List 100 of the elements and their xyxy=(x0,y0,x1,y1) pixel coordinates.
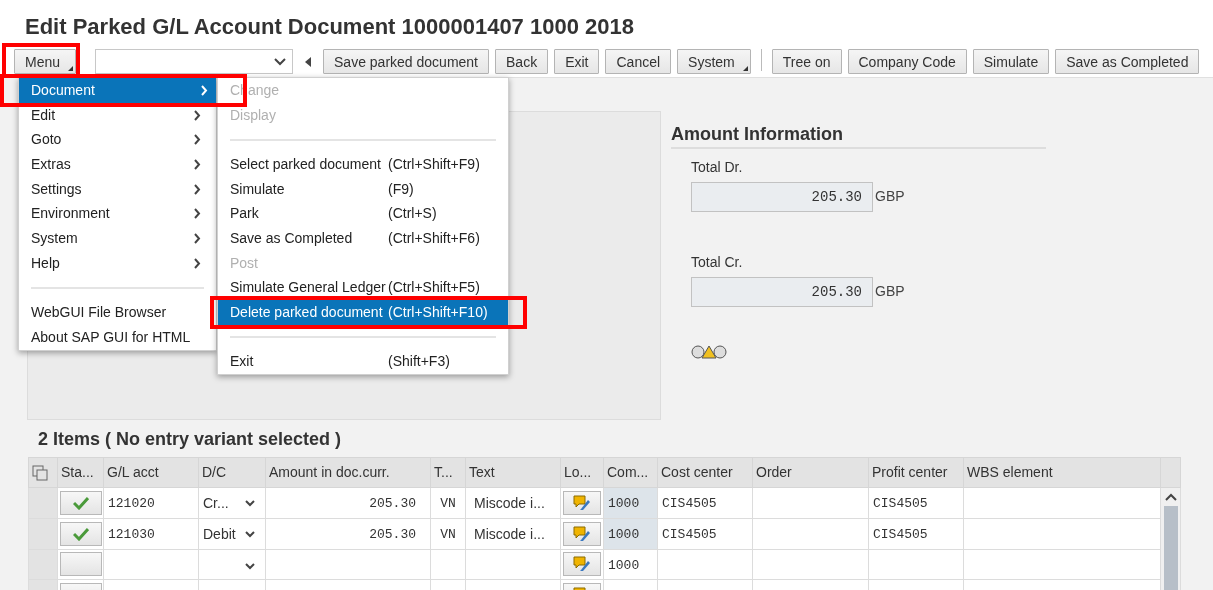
shortcut-label: (Ctrl+Shift+F6) xyxy=(388,228,481,248)
menu-item-label: System xyxy=(31,228,79,248)
column-header[interactable]: Sta... xyxy=(57,457,104,488)
menu-item[interactable]: About SAP GUI for HTML xyxy=(19,324,209,350)
menu-item-label: Select parked document xyxy=(230,154,382,174)
menu-item-label: Post xyxy=(230,253,259,273)
menu-item-label: Simulate xyxy=(230,179,286,199)
shortcut-label: (Shift+F3) xyxy=(388,352,451,372)
item-text: Miscode i... xyxy=(474,495,545,511)
shortcut-label: (Ctrl+S) xyxy=(388,204,438,224)
column-header[interactable]: D/C xyxy=(198,457,266,488)
column-header[interactable]: Amount in doc.curr. xyxy=(265,457,431,488)
tax-code: VN xyxy=(440,496,456,512)
toolbar-button[interactable]: Save parked document xyxy=(323,49,489,74)
scrollbar[interactable] xyxy=(1163,492,1178,590)
column-header[interactable]: Cost center xyxy=(657,457,753,488)
check-icon xyxy=(73,495,89,510)
note-pencil-icon xyxy=(573,525,591,542)
menu-item[interactable]: Save as Completed (Ctrl+Shift+F6) xyxy=(218,226,508,251)
note-edit-button[interactable] xyxy=(563,552,601,577)
menu-item-label: Simulate General Ledger xyxy=(230,278,387,298)
menu-item[interactable]: WebGUI File Browser xyxy=(19,300,209,325)
command-field[interactable] xyxy=(95,49,294,74)
menu-item[interactable]: Edit xyxy=(19,102,209,128)
cost-center: CIS4505 xyxy=(662,526,717,542)
triangle-left-icon[interactable] xyxy=(305,56,312,67)
menu-item[interactable]: Help xyxy=(19,250,209,276)
company-code-cell: 1000 xyxy=(603,487,658,519)
select-all-icon[interactable] xyxy=(32,464,48,481)
menu-item[interactable]: Document xyxy=(19,78,216,103)
column-header[interactable]: Order xyxy=(752,457,869,488)
toolbar-button[interactable]: Simulate xyxy=(972,49,1050,74)
menu-item[interactable]: Simulate General Ledger (Ctrl+Shift+F5) xyxy=(218,275,508,301)
menu-item[interactable]: Settings xyxy=(19,176,209,202)
status-button[interactable] xyxy=(60,552,102,577)
note-edit-button[interactable] xyxy=(563,490,601,515)
amount-field[interactable]: 205.30 xyxy=(691,181,873,212)
note-edit-button[interactable] xyxy=(563,521,601,546)
chevron-down-icon[interactable] xyxy=(245,563,255,571)
chevron-down-icon[interactable] xyxy=(245,499,255,507)
menu-item[interactable]: Park (Ctrl+S) xyxy=(218,201,508,227)
menu-item[interactable]: System xyxy=(19,226,209,251)
toolbar-button[interactable]: Exit xyxy=(554,49,600,74)
menu-item-label: Help xyxy=(31,253,61,273)
toolbar-button[interactable]: Save as Completed xyxy=(1055,49,1200,74)
account-number: 121030 xyxy=(108,526,155,542)
shortcut-label: (Ctrl+Shift+F10) xyxy=(388,303,489,323)
menu-item-label: Exit xyxy=(230,352,255,372)
table-title: 2 Items ( No entry variant selected ) xyxy=(38,428,343,451)
toolbar-button[interactable]: Back xyxy=(495,49,549,74)
column-header[interactable]: T... xyxy=(430,457,466,488)
toolbar-button[interactable]: Cancel xyxy=(605,49,672,74)
menu-item[interactable]: Delete parked document (Ctrl+Shift+F10) xyxy=(218,300,508,325)
field-label: Total Dr. xyxy=(691,157,744,177)
column-header[interactable]: Profit center xyxy=(868,457,964,488)
toolbar-button[interactable]: Tree on xyxy=(771,49,842,74)
chevron-down-icon[interactable] xyxy=(245,530,255,538)
field-label: Total Cr. xyxy=(691,252,744,272)
toolbar-button[interactable]: Company Code xyxy=(847,49,967,74)
column-header[interactable]: Lo... xyxy=(560,457,604,488)
column-header[interactable]: Text xyxy=(465,457,561,488)
note-pencil-icon xyxy=(573,494,591,511)
amount-value: 205.30 xyxy=(369,496,416,512)
chevron-up-icon[interactable] xyxy=(1163,492,1178,502)
company-code-cell: 1000 xyxy=(603,518,658,549)
menu-item-label: Goto xyxy=(31,130,63,150)
menu-item-label: WebGUI File Browser xyxy=(31,303,168,323)
profit-center: CIS4505 xyxy=(873,526,928,542)
column-header[interactable]: G/L acct xyxy=(103,457,199,488)
menu-item-label: About SAP GUI for HTML xyxy=(31,327,192,347)
menu-item[interactable]: Simulate (F9) xyxy=(218,176,508,202)
amount-value: 205.30 xyxy=(369,526,416,542)
column-header[interactable]: WBS element xyxy=(963,457,1161,488)
window-title: Edit Parked G/L Account Document 1000001407 1000 2018 xyxy=(25,13,635,41)
menu-item[interactable]: Goto xyxy=(19,127,209,153)
shortcut-label: (Ctrl+Shift+F9) xyxy=(388,154,481,174)
menu-item-label: Environment xyxy=(31,204,111,224)
toolbar-button[interactable]: System xyxy=(677,49,751,74)
menu-button[interactable]: Menu xyxy=(14,49,77,74)
menu-item[interactable]: Environment xyxy=(19,201,209,227)
menu-item-label: Park xyxy=(230,204,260,224)
account-number: 121020 xyxy=(108,496,155,512)
profit-center: CIS4505 xyxy=(873,496,928,512)
column-header[interactable]: Com... xyxy=(603,457,658,488)
status-button[interactable] xyxy=(60,521,102,546)
currency-label: GBP xyxy=(875,187,905,207)
status-button[interactable] xyxy=(60,490,102,515)
menu-item-label: Save as Completed xyxy=(230,228,354,248)
menu-item-label: Edit xyxy=(31,105,57,125)
menu-item[interactable]: Select parked document (Ctrl+Shift+F9) xyxy=(218,152,508,177)
check-icon xyxy=(73,526,89,541)
shortcut-label: (Ctrl+Shift+F5) xyxy=(388,278,481,298)
item-text: Miscode i... xyxy=(474,525,545,542)
menu-item[interactable]: Exit (Shift+F3) xyxy=(218,349,508,375)
menu-item-label: Settings xyxy=(31,179,83,199)
menu-item[interactable]: Extras xyxy=(19,152,209,177)
menu-item-label: Display xyxy=(230,105,277,125)
amount-field[interactable]: 205.30 xyxy=(691,276,873,307)
cost-center: CIS4505 xyxy=(662,496,717,512)
shortcut-label: (F9) xyxy=(388,179,415,199)
